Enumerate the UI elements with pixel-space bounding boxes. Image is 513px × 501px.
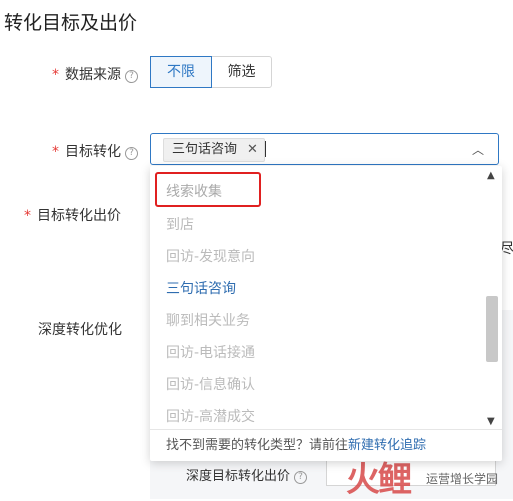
data-source-option-unlimited[interactable]: 不限 xyxy=(150,56,212,88)
page-title: 转化目标及出价 xyxy=(4,12,138,34)
dropdown-option-related-business[interactable]: 聊到相关业务 xyxy=(166,310,250,330)
watermark-subtitle: 运营增长学园 xyxy=(426,472,499,486)
question-circle-icon[interactable]: ? xyxy=(125,70,138,83)
question-circle-icon[interactable]: ? xyxy=(125,147,138,160)
new-conversion-link[interactable]: 新建转化追踪 xyxy=(348,438,426,453)
required-mark: * xyxy=(24,208,31,224)
target-bid-label: 目标转化出价 xyxy=(37,208,121,224)
footer-text: 找不到需要的转化类型？请前往 xyxy=(166,438,349,453)
required-mark: * xyxy=(52,67,59,83)
conversion-dropdown: 线索收集 到店 回访-发现意向 三句话咨询 聊到相关业务 回访-电话接通 回访-… xyxy=(150,166,502,461)
dropdown-option-revisit-intent[interactable]: 回访-发现意向 xyxy=(166,246,255,266)
selected-tag: 三句话咨询 ✕ xyxy=(163,138,265,162)
deep-conversion-label: 深度转化优化 xyxy=(38,322,122,338)
chevron-up-icon[interactable]: ︿ xyxy=(472,141,484,158)
chevron-down-icon[interactable]: ▼ xyxy=(487,416,495,427)
dropdown-option-store-visit[interactable]: 到店 xyxy=(166,214,194,234)
required-mark: * xyxy=(52,144,59,160)
data-source-label-row: * 数据来源? xyxy=(52,64,138,84)
close-icon[interactable]: ✕ xyxy=(247,142,258,157)
question-circle-icon[interactable]: ? xyxy=(294,471,308,484)
scrollbar-thumb[interactable] xyxy=(486,296,498,362)
target-conversion-label: 目标转化 xyxy=(65,144,121,160)
selected-tag-label: 三句话咨询 xyxy=(172,142,238,157)
dropdown-option-lead-collection[interactable]: 线索收集 xyxy=(166,181,222,201)
dropdown-option-revisit-deal[interactable]: 回访-高潜成交 xyxy=(166,406,255,426)
data-source-label: 数据来源 xyxy=(65,67,121,83)
dropdown-footer: 找不到需要的转化类型？请前往新建转化追踪 xyxy=(150,429,502,462)
dropdown-option-revisit-confirm[interactable]: 回访-信息确认 xyxy=(166,374,255,394)
text-cursor xyxy=(265,141,266,157)
target-bid-label-row: * 目标转化出价 xyxy=(24,205,121,225)
dropdown-option-revisit-call[interactable]: 回访-电话接通 xyxy=(166,342,255,362)
dropdown-scrollbar[interactable]: ▲ ▼ xyxy=(484,166,500,428)
target-conversion-label-row: * 目标转化? xyxy=(52,141,138,161)
deep-bid-label: 深度目标转化出价 xyxy=(186,469,291,484)
deep-bid-label-row: 深度目标转化出价? xyxy=(186,465,308,484)
chevron-up-icon[interactable]: ▲ xyxy=(487,170,495,181)
data-source-option-filter[interactable]: 筛选 xyxy=(211,56,272,88)
target-conversion-select[interactable]: 三句话咨询 ✕ ︿ xyxy=(150,133,499,165)
dropdown-option-three-sentence-consult[interactable]: 三句话咨询 xyxy=(166,278,236,298)
